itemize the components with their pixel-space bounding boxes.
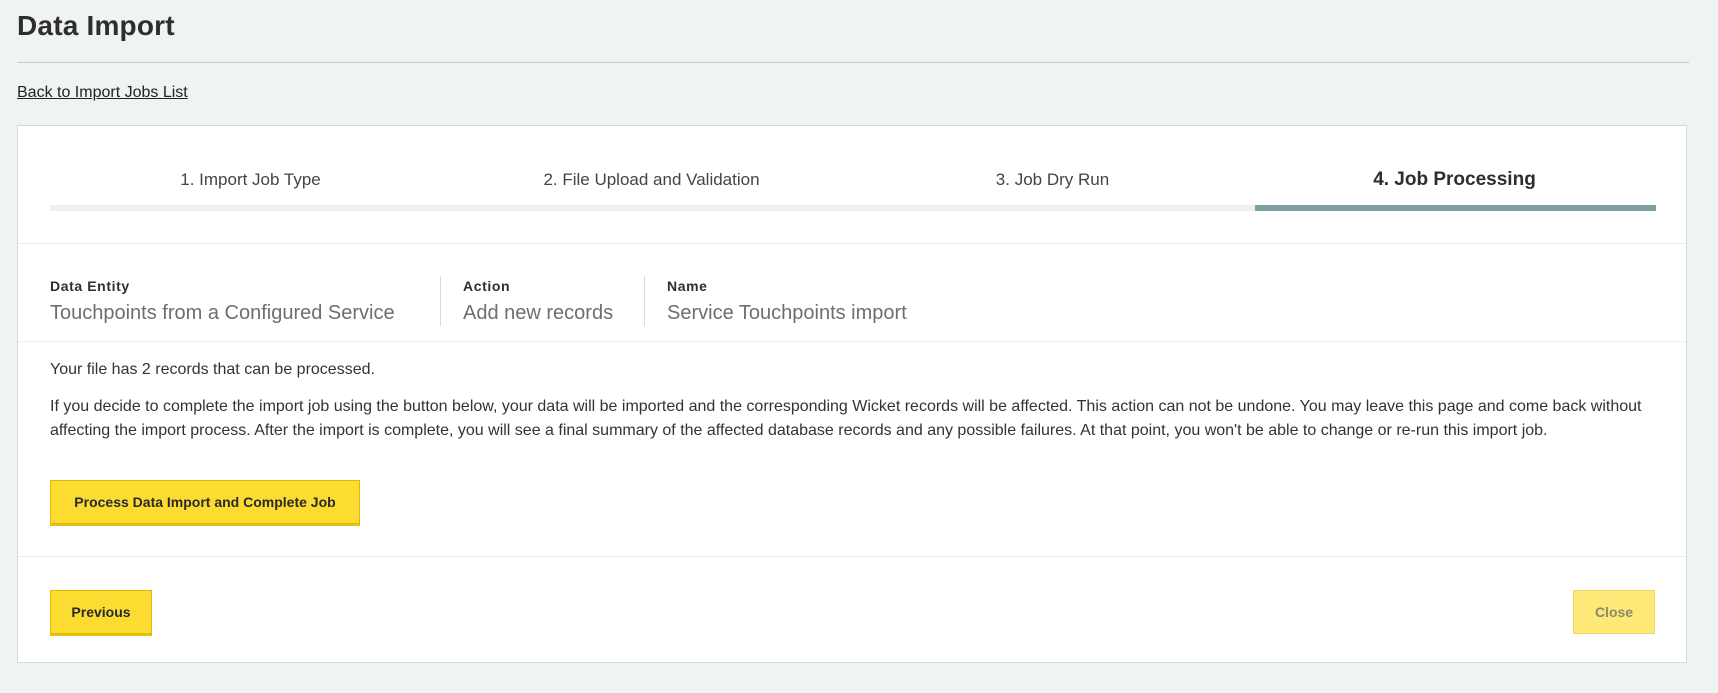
stepper-active-indicator (1254, 205, 1656, 211)
footer-divider (18, 556, 1686, 557)
process-data-import-button[interactable]: Process Data Import and Complete Job (50, 480, 360, 524)
meta-name: Name Service Touchpoints import (667, 278, 907, 325)
name-label: Name (667, 278, 708, 294)
step-file-upload-validation: 2. File Upload and Validation (543, 170, 760, 189)
step-job-dry-run: 3. Job Dry Run (995, 170, 1110, 189)
import-wizard-card: 1. Import Job Type 2. File Upload and Va… (17, 125, 1687, 663)
page-title: Data Import (17, 10, 175, 41)
back-to-import-jobs-link[interactable]: Back to Import Jobs List (17, 84, 188, 102)
step-import-job-type: 1. Import Job Type (180, 170, 321, 189)
step-job-processing: 4. Job Processing (1373, 169, 1536, 190)
wizard-stepper: 1. Import Job Type 2. File Upload and Va… (50, 126, 1656, 244)
action-label: Action (463, 278, 511, 294)
data-import-page: Data Import Back to Import Jobs List 1. … (0, 0, 1718, 693)
section-divider (18, 243, 1686, 244)
meta-action: Action Add new records (463, 278, 613, 325)
import-warning-text: If you decide to complete the import job… (50, 398, 1642, 439)
previous-button[interactable]: Previous (50, 590, 152, 634)
meta-divider (644, 276, 645, 326)
meta-data-entity: Data Entity Touchpoints from a Configure… (50, 278, 395, 325)
data-entity-label: Data Entity (50, 278, 130, 294)
data-entity-value: Touchpoints from a Configured Service (50, 302, 395, 324)
title-divider (17, 62, 1689, 63)
records-count-text: Your file has 2 records that can be proc… (50, 361, 375, 378)
meta-divider (440, 276, 441, 326)
section-divider (18, 341, 1686, 342)
action-value: Add new records (463, 302, 614, 324)
close-button[interactable]: Close (1573, 590, 1655, 634)
name-value: Service Touchpoints import (667, 302, 907, 324)
